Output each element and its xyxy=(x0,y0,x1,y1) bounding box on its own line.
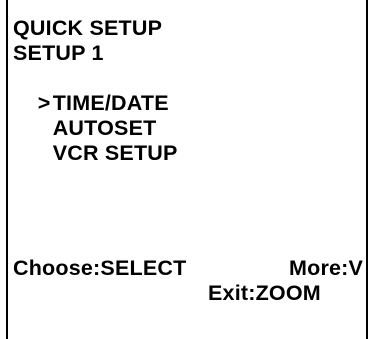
quick-setup-screen: QUICK SETUP SETUP 1 > TIME/DATE AUTOSET V… xyxy=(0,0,377,339)
hint-choose-select: Choose:SELECT xyxy=(13,256,187,280)
hint-exit-zoom: Exit:ZOOM xyxy=(208,281,321,305)
menu-title: QUICK SETUP xyxy=(13,16,163,40)
menu-subtitle: SETUP 1 xyxy=(13,41,104,65)
menu-item-label: VCR SETUP xyxy=(52,141,178,165)
menu-item-vcr-setup[interactable]: VCR SETUP xyxy=(13,116,178,191)
hint-more: More:V xyxy=(289,256,364,280)
